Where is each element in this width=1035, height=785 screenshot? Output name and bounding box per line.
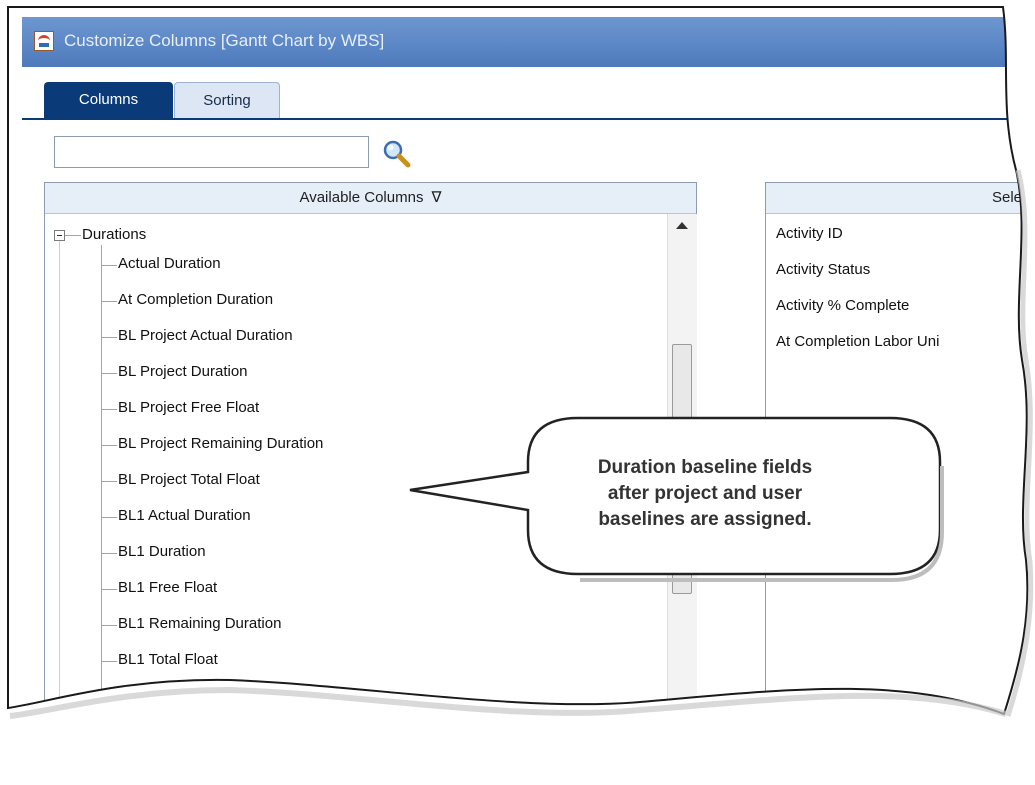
screenshot-page: Customize Columns [Gantt Chart by WBS] C… [0,0,1035,771]
torn-edge-frame [7,6,1034,719]
